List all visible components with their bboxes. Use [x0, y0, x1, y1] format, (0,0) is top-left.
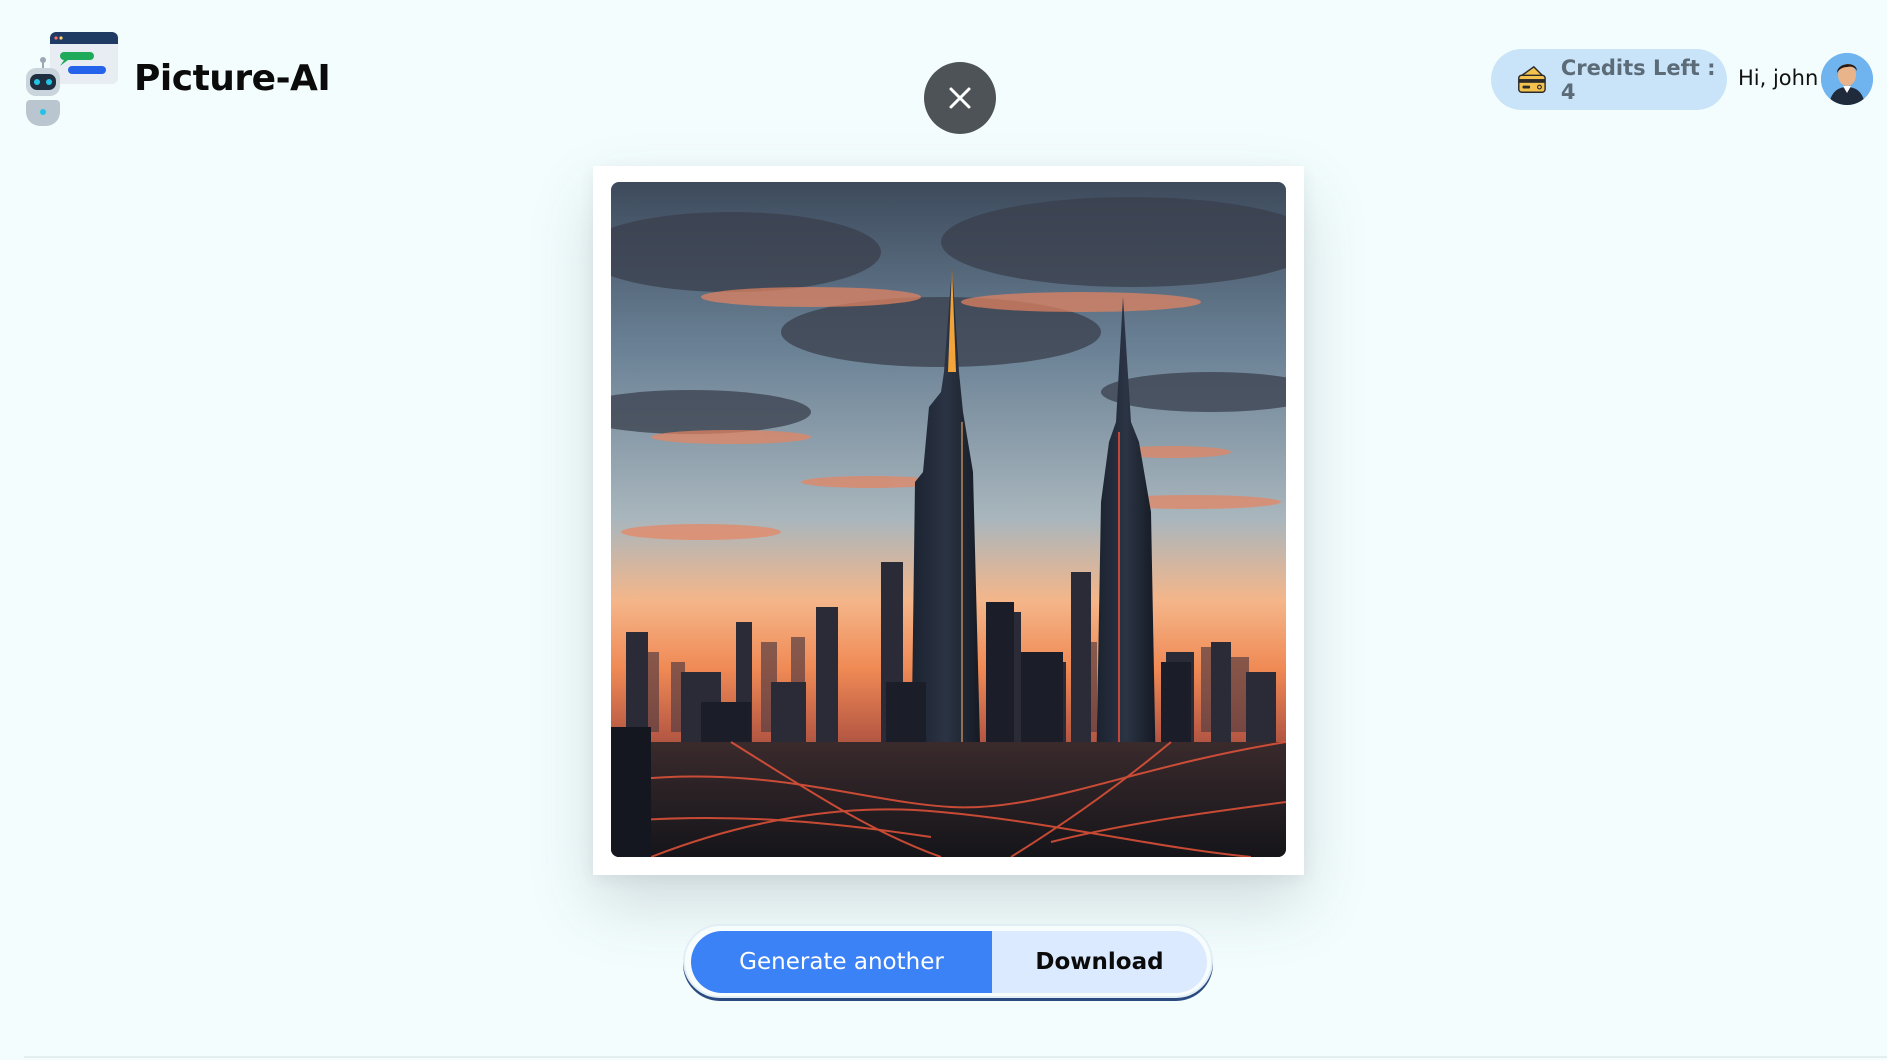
generated-image — [611, 182, 1286, 857]
image-actions: Generate another Download — [683, 924, 1213, 998]
close-button[interactable] — [924, 62, 996, 134]
robot-chat-logo-icon — [24, 28, 120, 128]
close-icon — [949, 87, 971, 109]
credits-left-label: Credits Left : 4 — [1560, 55, 1716, 104]
brand-logo[interactable]: Picture-AI — [24, 28, 331, 128]
brand-name: Picture-AI — [134, 57, 331, 99]
user-avatar[interactable] — [1821, 53, 1873, 105]
generate-another-button[interactable]: Generate another — [691, 931, 992, 993]
credit-card-icon — [1518, 65, 1546, 93]
download-button[interactable]: Download — [992, 931, 1207, 993]
credits-badge[interactable]: Credits Left : 4 — [1491, 49, 1727, 110]
footer-divider — [24, 1056, 1887, 1058]
app-root: Picture-AI Credits Left : 4 Hi, john Gen… — [0, 0, 1887, 1060]
user-greeting: Hi, john — [1738, 66, 1819, 90]
generated-image-card — [593, 166, 1304, 875]
